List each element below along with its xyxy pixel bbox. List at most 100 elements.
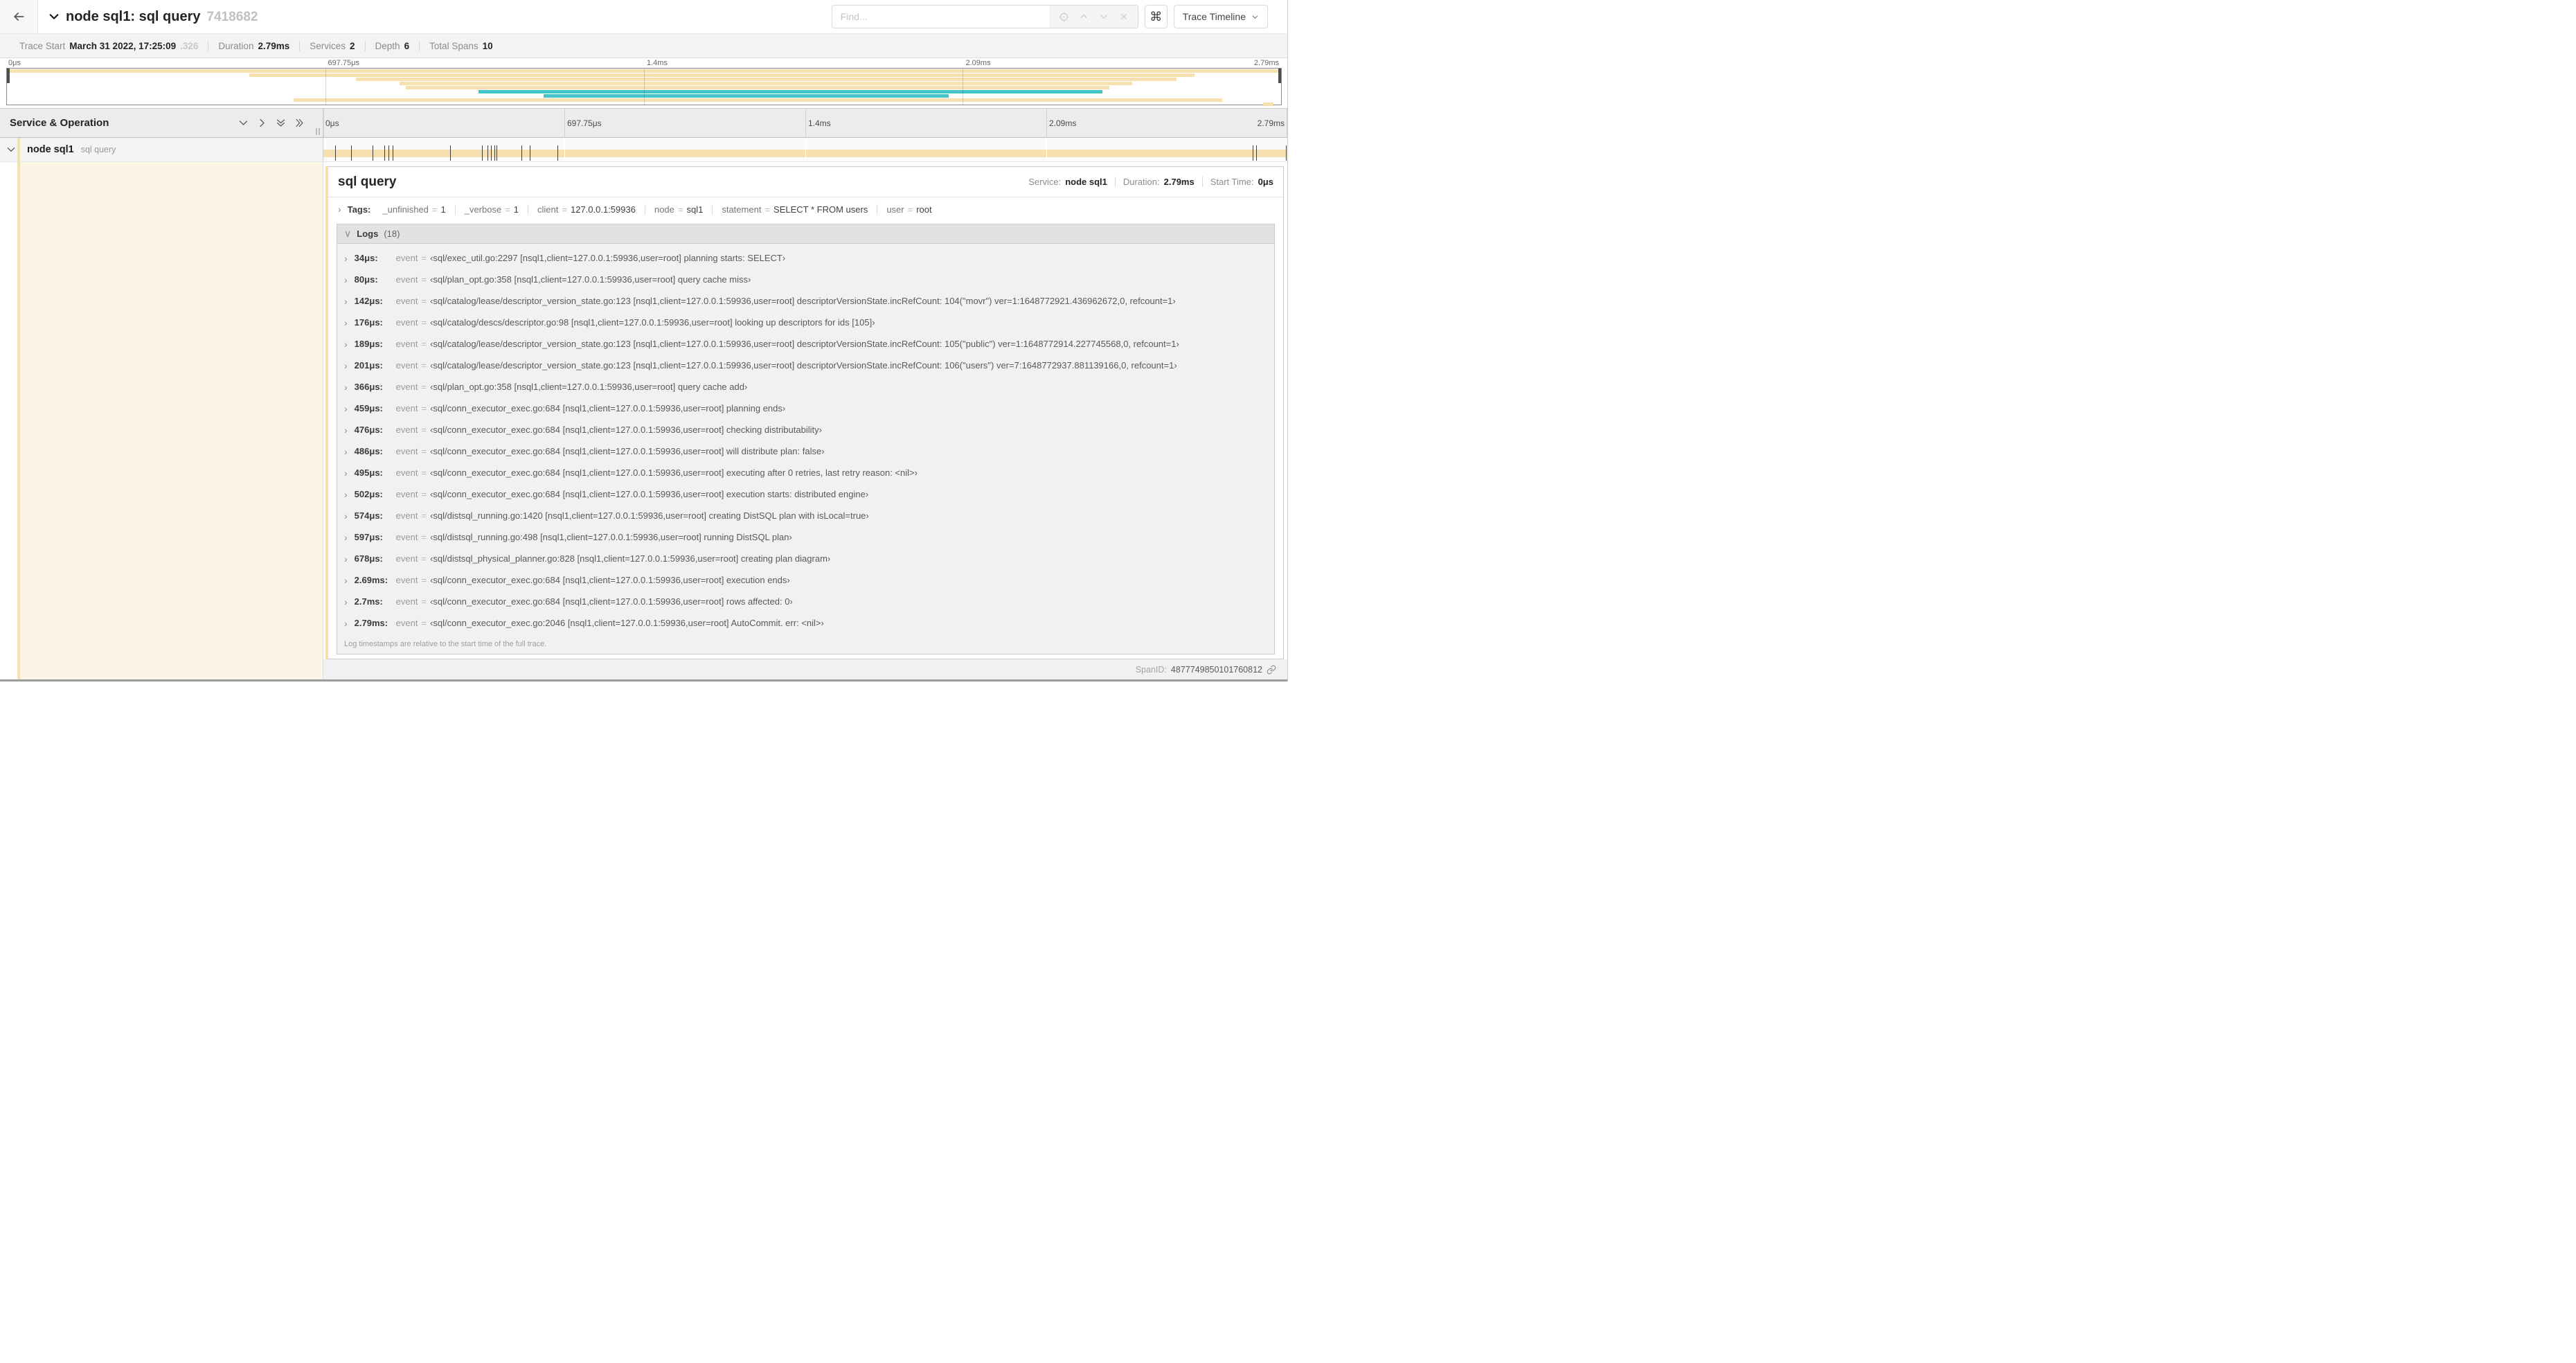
- tag-key: _unfinished: [382, 204, 429, 215]
- span-collapse-chevron-down-icon[interactable]: [6, 145, 16, 154]
- minimap-tick-labels: 0μs 697.75μs 1.4ms 2.09ms 2.79ms: [6, 58, 1282, 68]
- log-row[interactable]: › 459μs: event = ‹sql/conn_executor_exec.go:…: [337, 398, 1274, 419]
- prev-result-button[interactable]: [1074, 6, 1094, 28]
- log-row[interactable]: › 476μs: event = ‹sql/conn_executor_exec.go:…: [337, 419, 1274, 440]
- collapse-one-icon[interactable]: [238, 118, 249, 128]
- logs-count: (18): [384, 229, 400, 239]
- log-marker: [557, 145, 559, 161]
- chevron-right-icon[interactable]: ›: [344, 317, 348, 328]
- chevron-right-icon[interactable]: ›: [344, 446, 348, 457]
- chevron-right-icon[interactable]: ›: [338, 204, 341, 215]
- chevron-right-icon[interactable]: ›: [344, 532, 348, 543]
- equals-sign: =: [431, 204, 438, 215]
- detail-meta-value: 2.79ms: [1163, 177, 1195, 187]
- chevron-right-icon[interactable]: ›: [344, 489, 348, 500]
- chevron-right-icon[interactable]: ›: [344, 403, 348, 414]
- collapse-all-icon[interactable]: [276, 118, 286, 128]
- log-marker: [1285, 145, 1287, 161]
- log-marker: [1256, 145, 1258, 161]
- log-field-value: ‹sql/plan_opt.go:358 [nsql1,client=127.0…: [430, 382, 748, 392]
- log-row[interactable]: › 2.79ms: event = ‹sql/conn_executor_exec.go…: [337, 612, 1274, 634]
- chevron-up-icon: [1079, 12, 1089, 21]
- log-row[interactable]: › 176μs: event = ‹sql/catalog/descs/descript…: [337, 312, 1274, 333]
- log-field-key: event: [395, 618, 418, 628]
- clear-search-button[interactable]: [1114, 6, 1134, 28]
- view-selector-button[interactable]: Trace Timeline: [1173, 5, 1268, 28]
- next-result-button[interactable]: [1094, 6, 1114, 28]
- crosshair-icon: [1059, 12, 1069, 22]
- keyboard-shortcuts-button[interactable]: ⌘: [1144, 5, 1168, 28]
- log-field-value: ‹sql/catalog/lease/descriptor_version_st…: [430, 296, 1176, 306]
- equals-sign: =: [421, 596, 427, 607]
- column-resizer-handle[interactable]: [316, 128, 320, 135]
- chevron-right-icon[interactable]: ›: [344, 274, 348, 285]
- log-row[interactable]: › 495μs: event = ‹sql/conn_executor_exec.go:…: [337, 462, 1274, 483]
- chevron-right-icon[interactable]: ›: [344, 596, 348, 607]
- span-row[interactable]: node sql1 sql query: [0, 138, 1287, 162]
- log-row[interactable]: › 2.7ms: event = ‹sql/conn_executor_exec.go:…: [337, 591, 1274, 612]
- chevron-right-icon[interactable]: ›: [344, 618, 348, 629]
- log-row[interactable]: › 574μs: event = ‹sql/distsql_running.go:142…: [337, 505, 1274, 526]
- tick-label: 0μs: [325, 118, 339, 128]
- minimap-scrubber-right[interactable]: [1278, 69, 1281, 83]
- logs-header[interactable]: ∨ Logs (18): [337, 224, 1274, 244]
- chevron-right-icon[interactable]: ›: [344, 253, 348, 264]
- span-id-label: SpanID:: [1135, 664, 1167, 675]
- gridline: [564, 138, 565, 161]
- tags-row[interactable]: › Tags: _unfinished = 1 _verbose = 1 client = 12…: [328, 197, 1283, 221]
- chevron-right-icon[interactable]: ›: [344, 553, 348, 564]
- chevron-right-icon[interactable]: ›: [344, 339, 348, 350]
- log-field-value: ‹sql/conn_executor_exec.go:684 [nsql1,cl…: [430, 446, 825, 456]
- log-row[interactable]: › 80μs: event = ‹sql/plan_opt.go:358 [nsql1,…: [337, 269, 1274, 290]
- minimap-scrubber-left[interactable]: [7, 69, 10, 83]
- chevron-right-icon[interactable]: ›: [344, 467, 348, 479]
- chevron-right-icon[interactable]: ›: [344, 510, 348, 522]
- trace-meta-item: Depth 6: [366, 41, 420, 51]
- log-row[interactable]: › 678μs: event = ‹sql/distsql_physical_plann…: [337, 548, 1274, 569]
- deep-link-button[interactable]: [1267, 665, 1276, 675]
- tag-item[interactable]: _unfinished = 1: [373, 204, 454, 215]
- detail-meta-label: Service:: [1028, 177, 1062, 187]
- log-field-key: event: [395, 360, 418, 371]
- timeline-header: Service & Operation 0μs 697.75μs 1.4ms 2.09…: [0, 108, 1287, 138]
- minimap-span: [1263, 103, 1273, 106]
- chevron-right-icon[interactable]: ›: [344, 360, 348, 371]
- tag-item[interactable]: _verbose = 1: [456, 204, 528, 215]
- expand-one-icon[interactable]: [257, 118, 267, 128]
- chevron-down-icon[interactable]: ∨: [344, 228, 351, 240]
- chevron-right-icon[interactable]: ›: [344, 575, 348, 586]
- log-row[interactable]: › 486μs: event = ‹sql/conn_executor_exec.go:…: [337, 440, 1274, 462]
- tag-item[interactable]: client = 127.0.0.1:59936: [528, 204, 645, 215]
- minimap-span: [294, 98, 1223, 102]
- log-timestamp: 502μs:: [354, 489, 383, 499]
- log-field-key: event: [395, 510, 418, 521]
- close-icon: [1119, 12, 1129, 21]
- focus-match-button[interactable]: [1054, 6, 1074, 28]
- log-row[interactable]: › 597μs: event = ‹sql/distsql_running.go:498…: [337, 526, 1274, 548]
- tag-item[interactable]: user = root: [877, 204, 940, 215]
- log-row[interactable]: › 201μs: event = ‹sql/catalog/lease/descript…: [337, 355, 1274, 376]
- chevron-right-icon[interactable]: ›: [344, 382, 348, 393]
- equals-sign: =: [421, 467, 427, 478]
- chevron-right-icon[interactable]: ›: [344, 425, 348, 436]
- minimap-canvas[interactable]: [6, 68, 1282, 106]
- chevron-right-icon[interactable]: ›: [344, 296, 348, 307]
- tag-item[interactable]: node = sql1: [645, 204, 712, 215]
- back-button[interactable]: [0, 0, 38, 33]
- tag-value: 127.0.0.1:59936: [570, 204, 636, 215]
- log-row[interactable]: › 142μs: event = ‹sql/catalog/lease/descript…: [337, 290, 1274, 312]
- tag-item[interactable]: statement = SELECT * FROM users: [713, 204, 877, 215]
- log-row[interactable]: › 2.69ms: event = ‹sql/conn_executor_exec.go…: [337, 569, 1274, 591]
- expand-all-icon[interactable]: [294, 118, 305, 128]
- span-row-timeline-cell[interactable]: [323, 138, 1287, 161]
- logs-section: ∨ Logs (18) › 34μs: event = ‹sql/exec_util.g…: [337, 224, 1275, 654]
- log-row[interactable]: › 366μs: event = ‹sql/plan_opt.go:358 [nsql1…: [337, 376, 1274, 398]
- trace-title-chevron-down-icon[interactable]: [48, 11, 60, 22]
- log-row[interactable]: › 34μs: event = ‹sql/exec_util.go:2297 [nsql…: [337, 247, 1274, 269]
- span-color-bar: [17, 138, 20, 161]
- tag-value: 1: [513, 204, 519, 215]
- log-row[interactable]: › 502μs: event = ‹sql/conn_executor_exec.go:…: [337, 483, 1274, 505]
- log-row[interactable]: › 189μs: event = ‹sql/catalog/lease/descript…: [337, 333, 1274, 355]
- find-input[interactable]: [832, 6, 1050, 28]
- gridline: [564, 109, 565, 137]
